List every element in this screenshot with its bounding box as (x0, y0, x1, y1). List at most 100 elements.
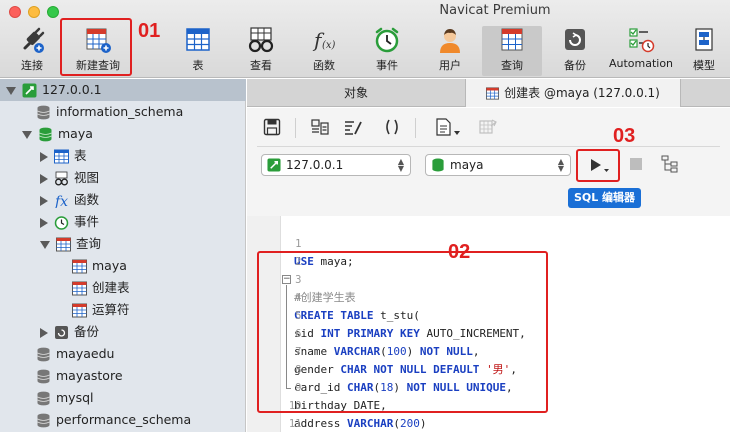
tree-item-label: maya (58, 126, 93, 141)
line-number: 11 (288, 418, 302, 430)
model-icon (695, 28, 713, 51)
function-button[interactable]: f (x) 函数 (294, 26, 354, 76)
tree-group-events[interactable]: 事件 (40, 211, 99, 233)
database-icon (37, 347, 50, 362)
automation-button[interactable]: Automation (608, 26, 674, 76)
annotation-box-03 (576, 149, 620, 182)
tree-item-label: performance_schema (56, 412, 192, 427)
expand-icon[interactable] (40, 173, 48, 184)
select-arrows-icon: ▲ ▼ (397, 157, 404, 173)
query-icon (56, 237, 71, 252)
automation-icon (629, 28, 655, 53)
view-button[interactable]: 查看 (231, 26, 291, 76)
svg-text:(x): (x) (322, 40, 336, 51)
code-text: ) (419, 417, 427, 430)
database-icon (37, 391, 50, 406)
sql-editor-badge[interactable]: SQL 编辑器 (568, 188, 641, 208)
annotation-label-01: 01 (138, 20, 161, 42)
user-icon (440, 29, 460, 53)
database-select-value: maya (450, 158, 484, 172)
explain-icon[interactable] (661, 155, 679, 173)
tree-db-information-schema[interactable]: information_schema (36, 101, 183, 123)
model-button[interactable]: 模型 (676, 26, 730, 76)
tree-item-label: 视图 (74, 170, 100, 185)
tree-item-label: 函数 (74, 192, 100, 207)
query-icon (486, 87, 500, 100)
tab-objects[interactable]: 对象 (247, 79, 465, 107)
database-icon (39, 127, 52, 142)
tree-query-operators[interactable]: 运算符 (72, 299, 130, 321)
connection-tree: 127.0.0.1 information_schema maya 表 视图 f… (0, 79, 246, 432)
collapse-icon[interactable] (40, 240, 50, 249)
tab-bar: 对象 创建表 @maya (127.0.0.1) (247, 79, 730, 107)
tree-group-tables[interactable]: 表 (40, 145, 87, 167)
tree-group-functions[interactable]: fx 函数 (40, 189, 99, 211)
automation-label: Automation (608, 57, 674, 70)
tree-item-label: mayaedu (56, 346, 115, 361)
expand-icon[interactable] (40, 327, 48, 338)
tree-db-mayastore[interactable]: mayastore (36, 365, 123, 387)
code-line: 1 USE maya; (247, 217, 730, 268)
tree-item-label: 查询 (76, 236, 102, 251)
tree-connection[interactable]: 127.0.0.1 (0, 79, 246, 101)
toolbar-divider (257, 146, 720, 147)
connection-icon (267, 158, 281, 172)
event-button[interactable]: 事件 (357, 26, 417, 76)
table-icon (54, 149, 69, 164)
toolbar-divider (295, 118, 296, 138)
user-label: 用户 (439, 59, 461, 72)
tree-item-label: 运算符 (92, 302, 130, 317)
table-button[interactable]: 表 (168, 26, 228, 76)
code-wrap-icon[interactable] (383, 118, 401, 136)
tree-db-maya[interactable]: maya (22, 123, 93, 145)
connect-button[interactable]: 连接 (2, 26, 62, 76)
snippet-dropdown-icon[interactable] (435, 118, 461, 136)
connect-label: 连接 (21, 59, 43, 72)
connection-select[interactable]: 127.0.0.1 ▲ ▼ (261, 154, 411, 176)
beautify-sql-icon[interactable] (344, 118, 362, 136)
query-icon (501, 28, 523, 51)
stop-button[interactable] (630, 158, 642, 170)
svg-text:fx: fx (54, 194, 68, 208)
save-icon[interactable] (263, 118, 281, 136)
plug-icon (23, 27, 45, 53)
user-button[interactable]: 用户 (420, 26, 480, 76)
tab-query-create-table[interactable]: 创建表 @maya (127.0.0.1) (465, 79, 681, 107)
tree-item-label: information_schema (56, 104, 184, 119)
code-text: ( (393, 417, 400, 430)
query-builder-icon[interactable] (311, 118, 329, 136)
view-glasses-icon (248, 27, 274, 53)
tree-query-create-table[interactable]: 创建表 (72, 277, 130, 299)
tree-group-backups[interactable]: 备份 (40, 321, 99, 343)
expand-icon[interactable] (40, 195, 48, 206)
code-keyword: VARCHAR (346, 417, 394, 430)
function-icon: fx (54, 194, 68, 208)
query-button[interactable]: 查询 (482, 26, 542, 76)
tree-item-label: mysql (56, 390, 94, 405)
tree-group-queries[interactable]: 查询 (40, 233, 101, 255)
expand-icon[interactable] (40, 151, 48, 162)
tree-item-label: 事件 (74, 214, 100, 229)
code-number: 200 (399, 417, 420, 430)
database-select[interactable]: maya ▲ ▼ (425, 154, 571, 176)
tree-group-views[interactable]: 视图 (40, 167, 99, 189)
collapse-icon[interactable] (22, 130, 32, 139)
collapse-icon[interactable] (6, 86, 16, 95)
tree-item-label: 创建表 (92, 280, 130, 295)
tree-db-mayaedu[interactable]: mayaedu (36, 343, 114, 365)
toolbar-divider (415, 118, 416, 138)
table-label: 表 (192, 59, 204, 72)
query-item-icon (72, 281, 87, 296)
expand-icon[interactable] (40, 217, 48, 228)
annotation-label-03: 03 (613, 125, 636, 147)
tree-query-maya[interactable]: maya (72, 255, 127, 277)
function-icon: f (x) (312, 28, 336, 52)
connection-icon (22, 83, 37, 98)
tree-db-performance-schema[interactable]: performance_schema (36, 409, 191, 431)
database-icon (37, 105, 50, 120)
tree-db-mysql[interactable]: mysql (36, 387, 94, 409)
backup-button[interactable]: 备份 (545, 26, 605, 76)
database-icon (432, 158, 444, 172)
backup-icon (55, 326, 68, 339)
tree-connection-label: 127.0.0.1 (42, 82, 102, 97)
